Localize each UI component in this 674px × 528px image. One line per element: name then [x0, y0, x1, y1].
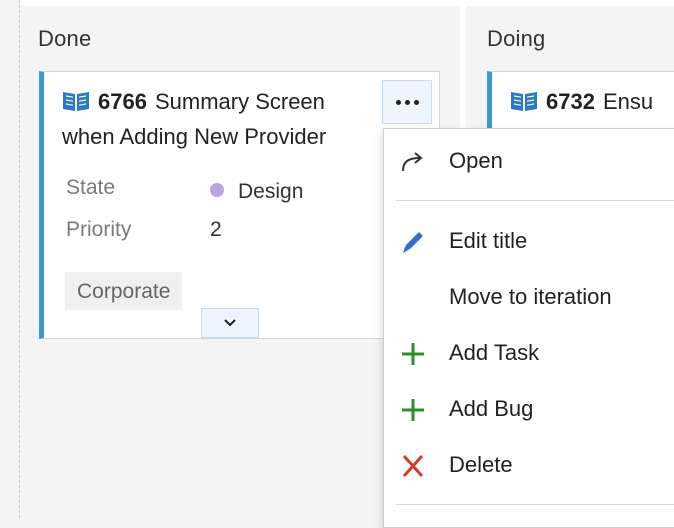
menu-item-label: Move to iteration	[449, 284, 612, 309]
tag-chip[interactable]: Corporate	[65, 272, 183, 310]
menu-divider	[396, 200, 674, 201]
menu-item-label: Add Bug	[449, 396, 534, 421]
open-arrow-icon	[402, 152, 423, 172]
menu-item-move-to-iteration[interactable]: Move to iteration	[384, 275, 674, 319]
chevron-down-icon	[224, 319, 236, 327]
pencil-icon	[403, 232, 423, 253]
card-id: 6732	[546, 89, 595, 114]
state-label: State	[66, 176, 116, 199]
menu-item-label: Open	[449, 148, 503, 173]
column-title-done: Done	[38, 26, 92, 51]
book-icon	[62, 89, 90, 121]
menu-divider	[396, 504, 674, 505]
context-menu: Open Edit title Move to iteration Add Ta…	[383, 128, 674, 528]
ellipsis-icon	[395, 99, 419, 105]
menu-item-add-bug[interactable]: Add Bug	[384, 387, 674, 431]
menu-item-edit-title[interactable]: Edit title	[384, 219, 674, 263]
card-title-line1: Ensu	[602, 89, 654, 114]
work-item-card[interactable]: 6766 Summary Screen when Adding New Provi…	[39, 71, 440, 339]
more-actions-button[interactable]	[382, 80, 432, 124]
card-title[interactable]: 6766 Summary Screen when Adding New Provi…	[62, 86, 379, 153]
book-icon	[510, 89, 538, 121]
column-gutter-line	[19, 0, 20, 518]
column-header-bar	[466, 0, 674, 6]
state-indicator-dot	[210, 183, 224, 197]
priority-label: Priority	[66, 218, 132, 241]
card-title-line1: Summary Screen	[154, 89, 325, 114]
state-value-text: Design	[238, 180, 304, 203]
menu-item-label: Edit title	[449, 228, 528, 253]
menu-item-label: Add Task	[449, 340, 540, 365]
column-header-bar	[20, 0, 460, 6]
menu-item-add-task[interactable]: Add Task	[384, 331, 674, 375]
card-title-line2: when Adding New Provider	[62, 124, 327, 149]
menu-item-label: Delete	[449, 452, 513, 477]
plus-icon	[402, 399, 424, 421]
state-value[interactable]: Design	[210, 180, 303, 204]
column-title-doing: Doing	[487, 26, 546, 51]
menu-item-delete[interactable]: Delete	[384, 443, 674, 487]
column-header-doing: Doing	[466, 0, 674, 70]
column-header-done: Done	[20, 0, 460, 70]
priority-value[interactable]: 2	[210, 218, 222, 242]
expand-card-button[interactable]	[201, 308, 259, 338]
menu-item-open[interactable]: Open	[384, 139, 674, 183]
card-id: 6766	[98, 89, 147, 114]
card-title[interactable]: 6732 Ensu	[510, 86, 674, 121]
plus-icon	[402, 343, 424, 365]
x-icon	[402, 454, 424, 478]
